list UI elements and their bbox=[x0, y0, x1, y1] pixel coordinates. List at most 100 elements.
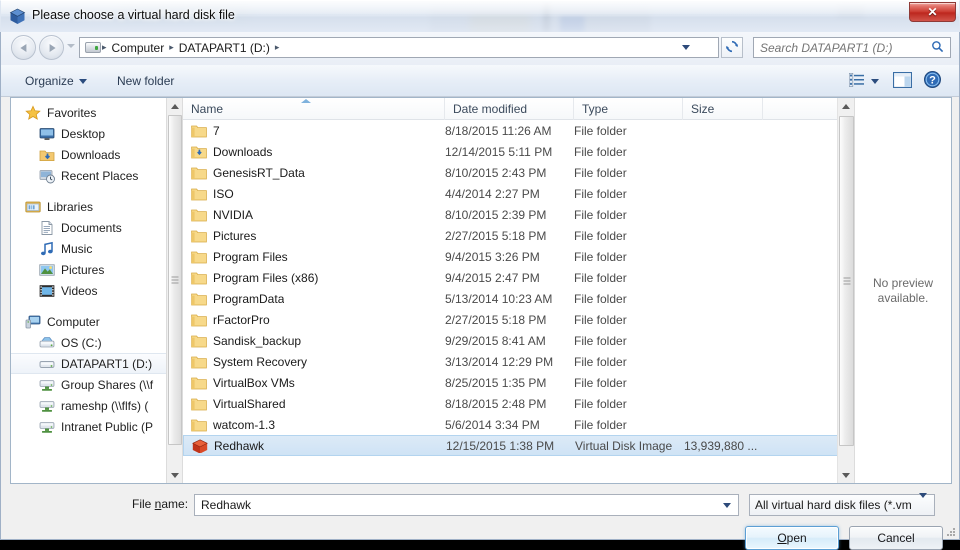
preview-message: No preview available. bbox=[855, 276, 951, 306]
forward-button[interactable] bbox=[39, 35, 64, 60]
sidebar-item-intranet-public[interactable]: Intranet Public (P bbox=[11, 416, 182, 437]
file-type-filter-combo[interactable]: All virtual hard disk files (*.vmd bbox=[749, 494, 935, 516]
scroll-down-button[interactable] bbox=[167, 467, 182, 483]
open-button-label: Open bbox=[777, 531, 806, 545]
scroll-up-button[interactable] bbox=[838, 98, 854, 114]
file-name-input[interactable] bbox=[194, 494, 739, 516]
column-header-size[interactable]: Size bbox=[683, 98, 763, 120]
sidebar-item-datapart1[interactable]: DATAPART1 (D:) bbox=[11, 353, 182, 374]
table-row[interactable]: rFactorPro 2/27/2015 5:18 PM File folder bbox=[183, 309, 854, 330]
history-dropdown-icon[interactable] bbox=[67, 44, 75, 48]
table-row[interactable]: System Recovery 3/13/2014 12:29 PM File … bbox=[183, 351, 854, 372]
table-row[interactable]: Pictures 2/27/2015 5:18 PM File folder bbox=[183, 225, 854, 246]
file-name-text: Sandisk_backup bbox=[213, 334, 301, 348]
sidebar-item-music[interactable]: Music bbox=[11, 238, 182, 259]
file-date-cell: 9/4/2015 2:47 PM bbox=[445, 271, 540, 285]
back-button[interactable] bbox=[11, 35, 36, 60]
table-row[interactable]: Program Files 9/4/2015 3:26 PM File fold… bbox=[183, 246, 854, 267]
table-row[interactable]: ISO 4/4/2014 2:27 PM File folder bbox=[183, 183, 854, 204]
column-header-type[interactable]: Type bbox=[574, 98, 683, 120]
folder-icon bbox=[191, 418, 207, 432]
scroll-down-button[interactable] bbox=[838, 467, 854, 483]
sidebar-item-videos-label: Videos bbox=[61, 284, 97, 298]
folder-icon bbox=[191, 313, 207, 327]
breadcrumb-separator-2[interactable]: ▸ bbox=[274, 42, 281, 53]
breadcrumb[interactable]: ▸ Computer ▸ DATAPART1 (D:) ▸ bbox=[79, 37, 719, 58]
table-row[interactable]: Redhawk 12/15/2015 1:38 PM Virtual Disk … bbox=[183, 435, 854, 456]
file-name-text: ISO bbox=[213, 187, 234, 201]
preview-pane-button[interactable] bbox=[887, 70, 917, 92]
file-list-scrollbar-thumb[interactable] bbox=[839, 116, 854, 446]
breadcrumb-dropdown-button[interactable] bbox=[676, 38, 696, 57]
search-input[interactable] bbox=[760, 41, 931, 55]
sidebar-item-videos[interactable]: Videos bbox=[11, 280, 182, 301]
file-name-cell: VirtualShared bbox=[191, 397, 286, 411]
file-name-text: Pictures bbox=[213, 229, 256, 243]
file-name-cell: ISO bbox=[191, 187, 234, 201]
breadcrumb-item-datapart1[interactable]: DATAPART1 (D:) bbox=[175, 41, 274, 55]
resize-grip-icon[interactable] bbox=[944, 525, 956, 537]
sidebar-item-recent-places[interactable]: Recent Places bbox=[11, 165, 182, 186]
scroll-up-button[interactable] bbox=[167, 98, 182, 114]
star-icon bbox=[25, 105, 41, 121]
sidebar-group-computer-label: Computer bbox=[47, 315, 100, 329]
sidebar-item-group-shares[interactable]: Group Shares (\\f bbox=[11, 374, 182, 395]
file-name-text: NVIDIA bbox=[213, 208, 253, 222]
file-name-text: VirtualShared bbox=[213, 397, 286, 411]
sidebar-item-documents[interactable]: Documents bbox=[11, 217, 182, 238]
close-button[interactable]: ✕ bbox=[909, 2, 956, 22]
toolbar: Organize New folder bbox=[1, 65, 959, 97]
organize-button[interactable]: Organize bbox=[19, 72, 93, 91]
table-row[interactable]: VirtualBox VMs 8/25/2015 1:35 PM File fo… bbox=[183, 372, 854, 393]
file-name-dropdown-button[interactable] bbox=[717, 495, 737, 515]
view-options-button[interactable] bbox=[841, 70, 887, 92]
table-row[interactable]: 7 8/18/2015 11:26 AM File folder bbox=[183, 120, 854, 141]
sidebar-item-desktop[interactable]: Desktop bbox=[11, 123, 182, 144]
navigation-scrollbar-thumb[interactable] bbox=[168, 115, 182, 445]
breadcrumb-item-computer[interactable]: Computer bbox=[108, 41, 169, 55]
column-header-date-modified[interactable]: Date modified bbox=[445, 98, 574, 120]
file-name-cell: Redhawk bbox=[192, 439, 264, 453]
sidebar-item-os-c[interactable]: OS (C:) bbox=[11, 332, 182, 353]
table-row[interactable]: NVIDIA 8/10/2015 2:39 PM File folder bbox=[183, 204, 854, 225]
folder-icon bbox=[191, 229, 207, 243]
file-list-scrollbar[interactable] bbox=[837, 98, 854, 483]
refresh-button[interactable] bbox=[721, 37, 743, 58]
table-row[interactable]: ProgramData 5/13/2014 10:23 AM File fold… bbox=[183, 288, 854, 309]
new-folder-button[interactable]: New folder bbox=[111, 72, 180, 91]
sidebar-item-rameshp[interactable]: rameshp (\\flfs) ( bbox=[11, 395, 182, 416]
virtualbox-cube-icon bbox=[9, 8, 26, 25]
column-header-blank[interactable] bbox=[763, 98, 847, 120]
chevron-down-icon bbox=[842, 473, 850, 478]
table-row[interactable]: GenesisRT_Data 8/10/2015 2:43 PM File fo… bbox=[183, 162, 854, 183]
column-header-name[interactable]: Name bbox=[183, 98, 445, 120]
file-dialog-window: Please choose a virtual hard disk file ✕… bbox=[0, 0, 960, 540]
table-row[interactable]: Program Files (x86) 9/4/2015 2:47 PM Fil… bbox=[183, 267, 854, 288]
refresh-icon bbox=[725, 39, 739, 56]
help-button[interactable]: ? bbox=[917, 70, 947, 92]
sidebar-item-downloads[interactable]: Downloads bbox=[11, 144, 182, 165]
table-row[interactable]: Downloads 12/14/2015 5:11 PM File folder bbox=[183, 141, 854, 162]
svg-text:?: ? bbox=[929, 75, 936, 87]
sidebar-group-computer[interactable]: Computer bbox=[11, 311, 182, 332]
search-box[interactable] bbox=[753, 37, 951, 58]
file-name-cell: VirtualBox VMs bbox=[191, 376, 295, 390]
search-icon[interactable] bbox=[931, 40, 944, 56]
sidebar-group-favorites[interactable]: Favorites bbox=[11, 102, 182, 123]
folder-icon bbox=[191, 397, 207, 411]
navigation-scrollbar[interactable] bbox=[166, 98, 182, 483]
sidebar-group-libraries[interactable]: Libraries bbox=[11, 196, 182, 217]
toolbar-right-group: ? bbox=[841, 70, 947, 92]
sidebar-item-pictures[interactable]: Pictures bbox=[11, 259, 182, 280]
title-bar[interactable]: Please choose a virtual hard disk file ✕ bbox=[0, 0, 960, 32]
table-row[interactable]: watcom-1.3 5/6/2014 3:34 PM File folder bbox=[183, 414, 854, 435]
file-name-cell: Pictures bbox=[191, 229, 256, 243]
cancel-button[interactable]: Cancel bbox=[849, 526, 943, 550]
sort-ascending-icon bbox=[301, 99, 311, 103]
open-button[interactable]: Open bbox=[745, 526, 839, 550]
recent-places-icon bbox=[39, 168, 55, 184]
dialog-body: ▸ Computer ▸ DATAPART1 (D:) ▸ bbox=[0, 32, 960, 540]
table-row[interactable]: Sandisk_backup 9/29/2015 8:41 AM File fo… bbox=[183, 330, 854, 351]
file-list-header: Name Date modified Type Size bbox=[183, 98, 854, 120]
table-row[interactable]: VirtualShared 8/18/2015 2:48 PM File fol… bbox=[183, 393, 854, 414]
